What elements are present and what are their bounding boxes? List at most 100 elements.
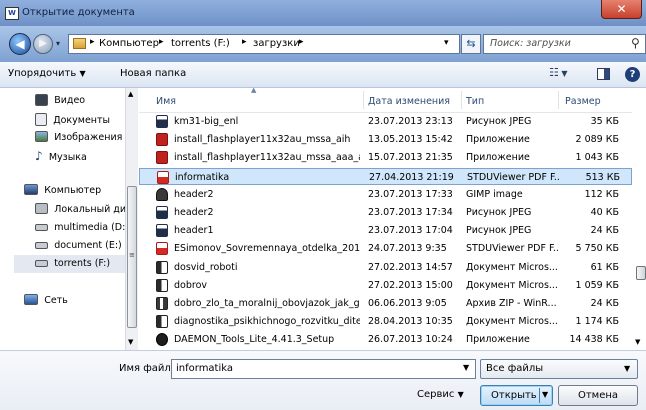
sidebar-item-pictures[interactable]: Изображения bbox=[35, 131, 122, 147]
chevron-down-icon[interactable]: ▼ bbox=[542, 390, 548, 399]
tools-button[interactable]: Сервис ▼ bbox=[417, 389, 464, 400]
image-file-icon bbox=[156, 206, 168, 219]
file-name: header2 bbox=[174, 207, 214, 218]
pdf-file-icon bbox=[156, 242, 168, 256]
system-drive-icon bbox=[35, 203, 48, 214]
breadcrumb-downloads[interactable]: загрузки bbox=[253, 38, 300, 49]
breadcrumb-separator-icon: ▸ bbox=[90, 37, 95, 47]
pictures-library-icon bbox=[35, 131, 48, 142]
address-dropdown-icon[interactable]: ▾ bbox=[444, 38, 449, 48]
word-file-icon bbox=[156, 278, 168, 292]
sidebar-item-music[interactable]: ♪ Музыка bbox=[35, 149, 87, 165]
open-button[interactable]: Открыть ▼ bbox=[480, 385, 553, 406]
sidebar-item-local-disk[interactable]: Локальный диск bbox=[35, 203, 125, 219]
view-options-button[interactable]: ☷ ▼ bbox=[549, 66, 568, 79]
file-name: dobro_zlo_ta_moralnij_obovjazok_jak_gol.… bbox=[174, 298, 360, 309]
file-name: header1 bbox=[174, 225, 214, 237]
column-header-type[interactable]: Тип bbox=[466, 96, 484, 107]
file-row[interactable]: header2 23.07.2013 17:34 Рисунок JPEG 40 КБ bbox=[139, 204, 632, 221]
column-header-size[interactable]: Размер bbox=[565, 96, 601, 107]
history-dropdown-icon[interactable]: ▾ bbox=[56, 39, 60, 48]
file-row[interactable]: dobro_zlo_ta_moralnij_obovjazok_jak_gol.… bbox=[139, 295, 632, 312]
file-list-scroll-thumb[interactable] bbox=[636, 266, 646, 280]
file-date: 23.07.2013 23:13 bbox=[368, 116, 453, 127]
sidebar-item-torrents[interactable]: torrents (F:) bbox=[14, 255, 126, 273]
column-headers: ▲ Имя Дата изменения Тип Размер bbox=[139, 86, 632, 113]
file-row[interactable]: dosvid_roboti 27.02.2013 14:57 Документ Mi… bbox=[139, 259, 632, 276]
chevron-down-icon[interactable]: ▼ bbox=[463, 363, 469, 372]
file-row[interactable]: install_flashplayer11x32au_mssa_aaa_aih 1… bbox=[139, 149, 632, 166]
file-size: 14 438 КБ bbox=[569, 334, 619, 346]
sidebar-item-video[interactable]: Видео bbox=[35, 94, 85, 110]
refresh-icon: ⇆ bbox=[466, 37, 476, 50]
file-type: STDUViewer PDF F... bbox=[467, 171, 559, 183]
sidebar-item-documents[interactable]: Документы bbox=[35, 113, 110, 129]
file-date: 23.07.2013 17:34 bbox=[368, 207, 453, 218]
file-type: STDUViewer PDF F... bbox=[466, 243, 558, 255]
refresh-button[interactable]: ⇆ bbox=[461, 34, 481, 54]
toolbar: Упорядочить ▼ Новая папка ☷ ▼ ? bbox=[0, 62, 646, 88]
file-type: Документ Micros... bbox=[466, 279, 558, 291]
help-icon[interactable]: ? bbox=[625, 67, 640, 82]
file-row[interactable]: dobrov 27.02.2013 15:00 Документ Micros...… bbox=[139, 277, 632, 294]
drive-icon bbox=[35, 259, 48, 267]
filename-input[interactable]: informatika ▼ bbox=[171, 359, 476, 379]
breadcrumb-separator-icon: ▸ bbox=[242, 37, 247, 47]
file-name: ESimonov_Sovremennaya_otdelka_2010 bbox=[174, 243, 360, 255]
flash-installer-icon bbox=[156, 151, 168, 165]
file-row[interactable]: ESimonov_Sovremennaya_otdelka_2010 24.07.… bbox=[139, 240, 632, 257]
file-row[interactable]: header2 23.07.2013 17:33 GIMP image 112 КБ bbox=[139, 186, 632, 203]
organize-button[interactable]: Упорядочить ▼ bbox=[8, 68, 86, 79]
file-name: header2 bbox=[174, 188, 214, 200]
back-arrow-icon: ◀ bbox=[15, 37, 25, 51]
filename-value: informatika bbox=[176, 363, 234, 374]
column-header-name[interactable]: Имя bbox=[156, 96, 176, 107]
file-type: Рисунок JPEG bbox=[466, 207, 532, 218]
file-type-select[interactable]: Все файлы ▼ bbox=[480, 359, 638, 379]
sidebar-item-multimedia[interactable]: multimedia (D:) bbox=[35, 222, 129, 238]
sidebar-scrollbar[interactable]: ▲ ≡ ▼ bbox=[125, 88, 138, 350]
file-row[interactable]: DAEMON_Tools_Lite_4.41.3_Setup 26.07.2013… bbox=[139, 331, 632, 348]
file-row[interactable]: informatika 27.04.2013 21:19 STDUViewer PD… bbox=[139, 167, 632, 185]
file-name: DAEMON_Tools_Lite_4.41.3_Setup bbox=[174, 334, 335, 346]
file-size: 2 089 КБ bbox=[575, 134, 619, 146]
file-row[interactable]: diagnostika_psikhichnogo_rozvitku_ditey.… bbox=[139, 313, 632, 330]
column-divider[interactable] bbox=[461, 91, 462, 109]
close-button[interactable]: ✕ bbox=[601, 0, 642, 19]
scroll-up-icon[interactable]: ▲ bbox=[128, 90, 133, 98]
file-size: 112 КБ bbox=[584, 188, 619, 200]
new-folder-button[interactable]: Новая папка bbox=[120, 68, 186, 79]
sidebar-item-network[interactable]: Сеть bbox=[24, 294, 68, 310]
cancel-button[interactable]: Отмена bbox=[558, 385, 638, 406]
scroll-down-icon[interactable]: ▼ bbox=[128, 338, 133, 346]
column-divider[interactable] bbox=[363, 91, 364, 109]
file-row[interactable]: km31-big_enl 23.07.2013 23:13 Рисунок JPEG… bbox=[139, 113, 632, 130]
chevron-down-icon: ▼ bbox=[558, 69, 568, 78]
sidebar-scroll-thumb[interactable]: ≡ bbox=[127, 186, 137, 328]
breadcrumb-torrents[interactable]: torrents (F:) bbox=[171, 38, 230, 49]
file-date: 24.07.2013 9:35 bbox=[368, 243, 447, 255]
file-row[interactable]: install_flashplayer11x32au_mssa_aih 13.05… bbox=[139, 131, 632, 148]
column-divider[interactable] bbox=[558, 91, 559, 109]
file-type: Приложение bbox=[466, 334, 530, 346]
file-type: Приложение bbox=[466, 134, 530, 146]
search-icon[interactable]: ⚲ bbox=[631, 36, 640, 50]
sidebar-item-computer[interactable]: Компьютер bbox=[24, 184, 101, 200]
file-list-scrollbar[interactable]: ▼ bbox=[632, 88, 646, 350]
title-bar: W Открытие документа ✕ bbox=[0, 0, 646, 26]
app-icon: W bbox=[5, 7, 19, 20]
column-header-date[interactable]: Дата изменения bbox=[368, 96, 450, 107]
back-button[interactable]: ◀ bbox=[9, 33, 31, 55]
preview-pane-button[interactable] bbox=[597, 68, 610, 80]
forward-button[interactable]: ▶ bbox=[33, 34, 53, 54]
address-bar[interactable]: ▸ Компьютер ▸ torrents (F:) ▸ загрузки ▸… bbox=[68, 34, 460, 54]
file-type: Архив ZIP - WinR... bbox=[466, 298, 557, 309]
word-file-icon bbox=[156, 315, 168, 329]
scroll-down-icon[interactable]: ▼ bbox=[635, 338, 640, 346]
sidebar-item-document-drive[interactable]: document (E:) bbox=[35, 240, 122, 256]
search-box[interactable]: Поиск: загрузки ⚲ bbox=[483, 34, 646, 54]
file-row[interactable]: header1 23.07.2013 17:04 Рисунок JPEG 24 КБ bbox=[139, 222, 632, 239]
file-date: 27.02.2013 14:57 bbox=[368, 261, 453, 273]
breadcrumb-computer[interactable]: Компьютер bbox=[99, 38, 159, 49]
search-input[interactable]: Поиск: загрузки bbox=[490, 38, 571, 49]
